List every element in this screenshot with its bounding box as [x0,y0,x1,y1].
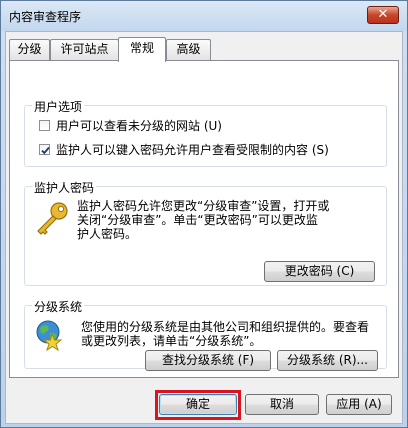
supervisor-override-label: 监护人可以键入密码允许用户查看受限制的内容 (S) [56,143,329,157]
description-line: 监护人密码允许您更改“分级审查”设置，打开或 [77,199,330,213]
supervisor-password-group: 监护人密码 监护人密码允许您更改“分级审查”设置，打开或 关闭“分级审查”。单击… [24,179,387,286]
supervisor-password-legend: 监护人密码 [32,179,97,196]
change-password-button[interactable]: 更改密码 (C) [264,261,375,282]
supervisor-password-description: 监护人密码允许您更改“分级审查”设置，打开或 关闭“分级审查”。单击“更改密码”… [77,199,329,241]
globe-star-icon [35,319,65,354]
allow-unrated-label: 用户可以查看未分级的网站 (U) [56,119,222,133]
checkmark-icon [41,146,50,155]
general-tab-panel: 用户选项 用户可以查看未分级的网站 (U) 监护人可以键入密码允许用户查看受限制… [9,60,399,378]
dialog-body: 分级 许可站点 常规 高级 用户选项 用户可以查看未分级的网站 (U) 监护人可… [5,31,403,424]
rating-systems-button[interactable]: 分级系统 (R)... [277,350,378,371]
description-line: 关闭“分级审查”。单击“更改密码”可以更改监 [77,213,318,227]
supervisor-override-checkbox[interactable] [39,144,50,155]
rating-systems-description: 您使用的分级系统是由其他公司和组织提供的。要查看 或更改列表，请单击“分级系统”… [81,320,369,348]
window-title: 内容审查程序 [9,10,82,24]
tab-ratings[interactable]: 分级 [9,39,50,60]
apply-button[interactable]: 应用 (A) [326,394,392,415]
ok-button-highlight [155,390,241,420]
description-line: 或更改列表，请单击“分级系统”。 [81,334,262,348]
allow-unrated-checkbox[interactable] [39,120,50,131]
tab-advanced[interactable]: 高级 [166,39,211,60]
title-bar[interactable]: 内容审查程序 ✕ [1,1,407,31]
description-line: 您使用的分级系统是由其他公司和组织提供的。要查看 [81,320,370,334]
user-options-group: 用户选项 用户可以查看未分级的网站 (U) 监护人可以键入密码允许用户查看受限制… [24,98,387,167]
content-advisor-window: 内容审查程序 ✕ 分级 许可站点 常规 高级 用户选项 用户可以查看未分级的网站… [0,0,408,428]
description-line: 护人密码。 [77,227,138,241]
tab-general[interactable]: 常规 [118,37,166,62]
user-options-legend: 用户选项 [32,98,85,115]
rating-systems-group: 分级系统 您使用的分级系统是由其他公司和组织提供的。要查看 或更改列表，请单击“… [24,298,387,371]
cancel-button[interactable]: 取消 [245,394,319,415]
rating-systems-legend: 分级系统 [32,298,85,315]
close-icon: ✕ [377,7,389,22]
tab-approved-sites[interactable]: 许可站点 [50,39,119,60]
close-button[interactable]: ✕ [367,6,399,24]
find-rating-systems-button[interactable]: 查找分级系统 (F) [145,350,271,371]
key-icon [34,201,70,238]
